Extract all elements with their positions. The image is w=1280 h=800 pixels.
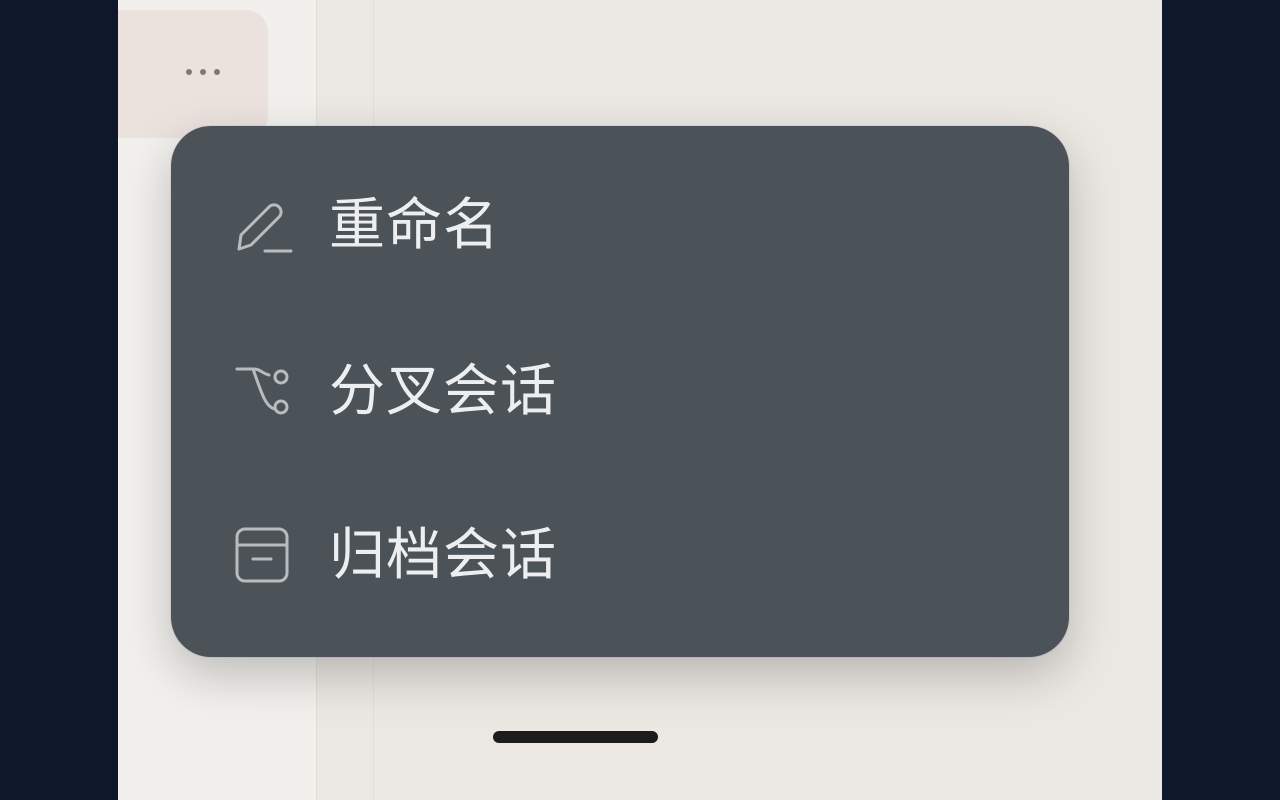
more-options-button[interactable] <box>118 10 268 138</box>
pencil-icon <box>231 193 297 259</box>
menu-item-label: 重命名 <box>329 193 500 258</box>
menu-item-archive-session[interactable]: 归档会话 <box>231 516 557 596</box>
menu-item-rename[interactable]: 重命名 <box>231 186 500 266</box>
menu-item-label: 分叉会话 <box>329 359 557 424</box>
home-indicator <box>493 731 658 743</box>
menu-item-fork-session[interactable]: 分叉会话 <box>231 352 557 432</box>
context-menu: 重命名 分叉会话 归档会话 <box>171 126 1069 657</box>
menu-item-label: 归档会话 <box>329 523 557 588</box>
branch-icon <box>231 359 297 425</box>
archive-icon <box>231 523 297 589</box>
ellipsis-icon <box>186 69 220 75</box>
